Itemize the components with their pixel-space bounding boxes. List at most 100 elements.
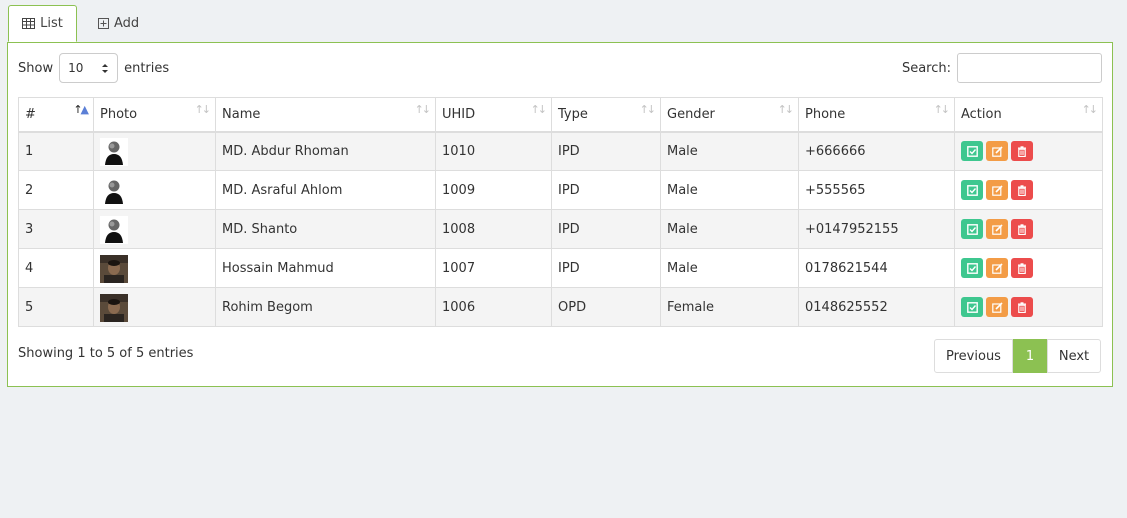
trash-icon (1017, 301, 1027, 313)
plus-square-icon (98, 18, 109, 29)
cell-photo (93, 248, 216, 288)
cell-name: Rohim Begom (215, 287, 436, 327)
cell-uhid: 1006 (435, 287, 552, 327)
cell-action (954, 287, 1103, 327)
cell-photo (93, 209, 216, 249)
cell-action (954, 131, 1103, 171)
cell-type: IPD (551, 209, 661, 249)
cell-type: IPD (551, 248, 661, 288)
col-header-action[interactable]: Action ↑↓ (954, 97, 1103, 133)
edit-icon (991, 262, 1003, 274)
edit-button[interactable] (986, 219, 1008, 239)
cell-action (954, 170, 1103, 210)
edit-button[interactable] (986, 141, 1008, 162)
trash-icon (1017, 223, 1027, 235)
cell-action (954, 209, 1103, 249)
col-header-name[interactable]: Name ↑↓ (215, 97, 436, 133)
avatar-placeholder-icon (100, 176, 209, 205)
cell-num: 5 (18, 287, 94, 327)
sort-icon: ↑↓ (194, 103, 212, 116)
cell-num: 2 (18, 170, 94, 210)
patients-table: # ↑▲ Photo ↑↓ Name ↑↓ UHID ↑↓ Type ↑↓ Gender ↑… (18, 97, 1103, 327)
sort-icon: ↑↓ (933, 103, 951, 116)
show-label: Show (18, 60, 54, 76)
cell-photo (93, 287, 216, 327)
check-square-icon (966, 145, 978, 157)
cell-phone: +666666 (798, 131, 955, 171)
trash-icon (1017, 146, 1027, 157)
view-button[interactable] (961, 297, 983, 317)
col-header-photo[interactable]: Photo ↑↓ (93, 97, 216, 133)
cell-photo (93, 170, 216, 210)
sort-asc-icon: ↑▲ (73, 103, 89, 116)
page-length-select[interactable]: 10 (59, 53, 119, 83)
sort-icon: ↑↓ (530, 103, 548, 116)
tab-add[interactable]: Add (84, 5, 153, 42)
avatar-placeholder-icon (100, 137, 209, 166)
delete-button[interactable] (1011, 219, 1033, 239)
sort-icon: ↑↓ (1081, 103, 1099, 116)
search-label: Search: (901, 60, 951, 76)
edit-icon (991, 146, 1003, 157)
col-header-num[interactable]: # ↑▲ (18, 97, 94, 133)
page-1-button[interactable]: 1 (1013, 339, 1047, 373)
edit-icon (991, 301, 1003, 313)
entries-label: entries (124, 60, 170, 76)
tab-list-label: List (40, 16, 63, 31)
view-button[interactable] (961, 180, 983, 200)
avatar-placeholder-icon (100, 215, 209, 244)
view-button[interactable] (961, 219, 983, 239)
tab-list[interactable]: List (8, 5, 77, 42)
previous-page-button[interactable]: Previous (934, 339, 1013, 373)
cell-name: Hossain Mahmud (215, 248, 436, 288)
view-button[interactable] (961, 258, 983, 278)
delete-button[interactable] (1011, 297, 1033, 317)
table-row: 1 MD. Abdur Rhoman 1010 IPD Male +666666 (18, 131, 1103, 171)
cell-phone: 0178621544 (798, 248, 955, 288)
edit-button[interactable] (986, 297, 1008, 317)
col-header-uhid[interactable]: UHID ↑↓ (435, 97, 552, 133)
cell-action (954, 248, 1103, 288)
edit-button[interactable] (986, 180, 1008, 200)
cell-phone: 0148625552 (798, 287, 955, 327)
cell-num: 1 (18, 131, 94, 171)
table-row: 2 MD. Asraful Ahlom 1009 IPD Male +555565 (18, 170, 1103, 210)
edit-icon (991, 223, 1003, 235)
cell-gender: Male (660, 131, 799, 171)
cell-gender: Male (660, 209, 799, 249)
cell-uhid: 1007 (435, 248, 552, 288)
col-header-type[interactable]: Type ↑↓ (551, 97, 661, 133)
view-button[interactable] (961, 141, 983, 162)
col-header-gender[interactable]: Gender ↑↓ (660, 97, 799, 133)
cell-gender: Male (660, 170, 799, 210)
search-input[interactable] (957, 53, 1102, 83)
cell-photo (93, 131, 216, 171)
table-row: 3 MD. Shanto 1008 IPD Male +0147952155 (18, 209, 1103, 249)
sort-icon: ↑↓ (639, 103, 657, 116)
cell-name: MD. Asraful Ahlom (215, 170, 436, 210)
delete-button[interactable] (1011, 258, 1033, 278)
cell-phone: +555565 (798, 170, 955, 210)
check-square-icon (966, 262, 978, 274)
edit-button[interactable] (986, 258, 1008, 278)
delete-button[interactable] (1011, 141, 1033, 162)
cell-num: 3 (18, 209, 94, 249)
trash-icon (1017, 184, 1027, 196)
delete-button[interactable] (1011, 180, 1033, 200)
patient-photo (100, 254, 209, 283)
cell-uhid: 1009 (435, 170, 552, 210)
col-header-phone[interactable]: Phone ↑↓ (798, 97, 955, 133)
cell-uhid: 1008 (435, 209, 552, 249)
cell-type: OPD (551, 287, 661, 327)
page-length-value: 10 (68, 61, 84, 75)
sort-icon: ↑↓ (777, 103, 795, 116)
check-square-icon (966, 301, 978, 313)
tab-add-label: Add (114, 16, 140, 31)
tab-bar: List Add (8, 5, 408, 43)
search-control: Search: (902, 53, 1102, 83)
table-icon (22, 18, 36, 29)
next-page-button[interactable]: Next (1047, 339, 1101, 373)
cell-gender: Female (660, 287, 799, 327)
cell-gender: Male (660, 248, 799, 288)
cell-name: MD. Shanto (215, 209, 436, 249)
